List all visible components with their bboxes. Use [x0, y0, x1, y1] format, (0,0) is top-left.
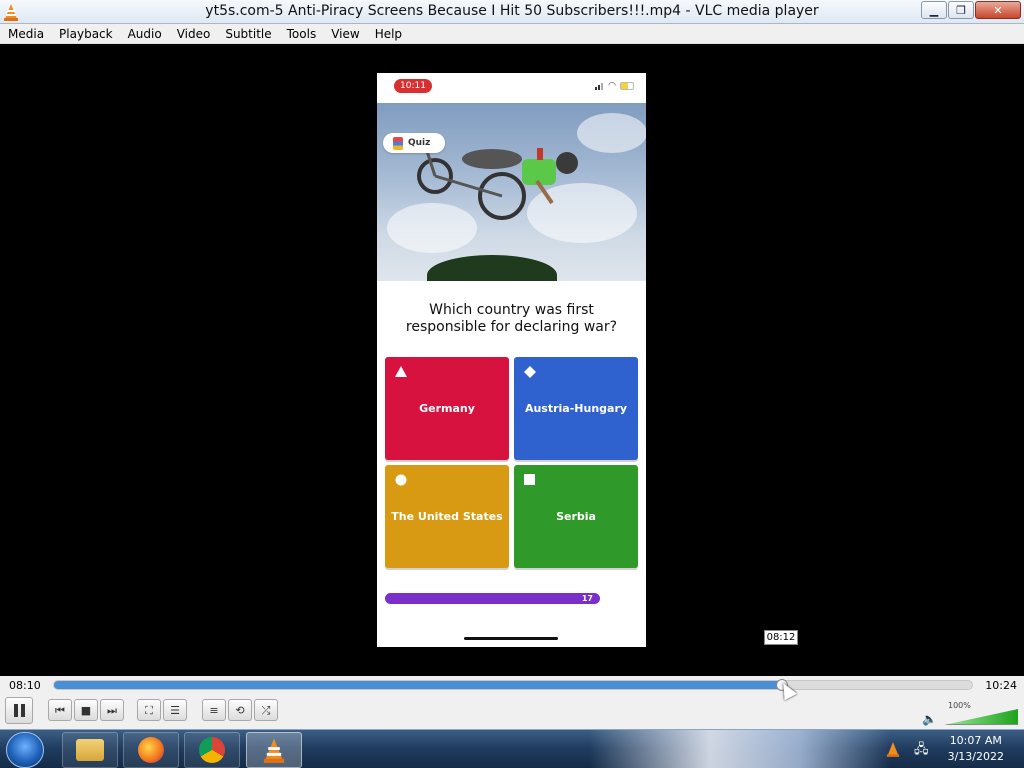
shuffle-button[interactable]: ⤮ [254, 699, 278, 721]
system-tray: 🖧 10:07 AM 3/13/2022 [882, 730, 1024, 768]
quiz-chip-label: Quiz [408, 138, 431, 148]
answer-austria-hungary: Austria-Hungary [514, 357, 638, 460]
previous-button[interactable]: ⏮ [48, 699, 72, 721]
quiz-question: Which country was first responsible for … [405, 302, 618, 335]
minimize-button[interactable]: ▁ [921, 1, 947, 19]
windows-start-icon[interactable] [6, 732, 44, 768]
wifi-icon: ◠ [608, 81, 616, 91]
menu-media[interactable]: Media [2, 27, 50, 41]
total-time[interactable]: 10:24 [985, 679, 1017, 692]
circle-icon [395, 474, 407, 486]
triangle-icon [395, 366, 407, 377]
signal-icon [595, 83, 604, 90]
next-button[interactable]: ⏭ [100, 699, 124, 721]
close-button[interactable]: ✕ [975, 1, 1021, 19]
quiz-chip: Quiz [383, 133, 445, 153]
windows-taskbar: 🖧 10:07 AM 3/13/2022 [0, 729, 1024, 768]
bmx-rider-illustration [417, 148, 578, 220]
file-explorer-icon [76, 739, 104, 761]
shuffle-icon: ⤮ [261, 703, 271, 717]
seek-slider[interactable] [53, 679, 973, 691]
answer-label: Serbia [556, 510, 596, 523]
extended-settings-icon: ☰ [170, 703, 180, 717]
phone-status-bar: 10:11 ◠ [377, 73, 646, 103]
square-icon [524, 474, 535, 485]
chrome-taskbar-button[interactable] [184, 732, 240, 768]
menu-tools[interactable]: Tools [281, 27, 323, 41]
fullscreen-icon: ⛶ [145, 703, 153, 717]
menu-help[interactable]: Help [369, 27, 408, 41]
pause-icon [13, 704, 25, 717]
seek-progress-fill [54, 681, 782, 689]
answer-label: Germany [419, 402, 475, 415]
vlc-taskbar-button[interactable] [246, 732, 302, 768]
previous-icon: ⏮ [55, 703, 65, 717]
volume-level-fill [944, 709, 1018, 725]
status-time: 10:11 [394, 79, 432, 93]
fullscreen-button[interactable]: ⛶ [137, 699, 161, 721]
restore-button[interactable]: ❐ [948, 1, 974, 19]
minimize-icon: ▁ [929, 3, 939, 17]
loop-icon: ⟲ [235, 703, 245, 717]
home-indicator [464, 637, 558, 640]
seek-time-tooltip: 08:12 [764, 630, 798, 645]
wallpaper-peek [590, 730, 890, 768]
volume-label: 100% [948, 701, 971, 710]
pause-button[interactable] [5, 697, 33, 724]
answer-label: The United States [391, 510, 503, 523]
menu-bar: Media Playback Audio Video Subtitle Tool… [0, 24, 1024, 44]
menu-video[interactable]: Video [171, 27, 217, 41]
file-explorer-taskbar-button[interactable] [62, 732, 118, 768]
playlist-icon: ≡ [209, 703, 219, 717]
clock-time: 10:07 AM [949, 734, 1002, 747]
window-title: yt5s.com-5 Anti-Piracy Screens Because I… [205, 3, 819, 19]
elapsed-time[interactable]: 08:10 [9, 679, 41, 692]
volume-slider[interactable]: 100% [944, 701, 1018, 725]
menu-audio[interactable]: Audio [122, 27, 168, 41]
phone-screen-frame: 10:11 ◠ Quiz Which country was first res… [377, 73, 646, 647]
battery-icon [620, 82, 634, 90]
firefox-icon [138, 737, 164, 763]
video-display[interactable]: 10:11 ◠ Quiz Which country was first res… [0, 44, 1024, 676]
stop-button[interactable]: ■ [74, 699, 98, 721]
quiz-timer-bar: 17 [385, 593, 600, 604]
loop-button[interactable]: ⟲ [228, 699, 252, 721]
close-icon: ✕ [993, 3, 1003, 17]
playback-controls: 08:10 10:24 ⏮ ■ ⏭ ⛶ ☰ ≡ ⟲ ⤮ 🔈 100% [0, 676, 1024, 729]
firefox-taskbar-button[interactable] [123, 732, 179, 768]
menu-subtitle[interactable]: Subtitle [219, 27, 277, 41]
stop-icon: ■ [80, 703, 92, 717]
answer-serbia: Serbia [514, 465, 638, 568]
next-icon: ⏭ [107, 703, 117, 717]
extended-settings-button[interactable]: ☰ [163, 699, 187, 721]
restore-icon: ❐ [956, 3, 966, 17]
vlc-icon [263, 738, 285, 763]
menu-playback[interactable]: Playback [53, 27, 119, 41]
diamond-icon [524, 366, 536, 378]
answer-the-united-states: The United States [385, 465, 509, 568]
vlc-tray-icon[interactable] [886, 741, 900, 757]
status-icons: ◠ [595, 81, 634, 91]
speaker-icon[interactable]: 🔈 [922, 712, 937, 726]
clock-date: 3/13/2022 [947, 750, 1004, 763]
network-icon[interactable]: 🖧 [914, 740, 929, 762]
system-clock[interactable]: 10:07 AM 3/13/2022 [948, 733, 1004, 765]
quiz-icon [393, 136, 403, 150]
title-bar: yt5s.com-5 Anti-Piracy Screens Because I… [0, 0, 1024, 24]
chrome-icon [199, 737, 225, 763]
quiz-timer-value: 17 [581, 594, 593, 603]
playlist-button[interactable]: ≡ [202, 699, 226, 721]
menu-view[interactable]: View [325, 27, 365, 41]
answer-germany: Germany [385, 357, 509, 460]
quiz-photo-bmx-rider: Quiz [377, 103, 646, 281]
tree-silhouette [427, 255, 557, 281]
answer-label: Austria-Hungary [524, 402, 628, 415]
